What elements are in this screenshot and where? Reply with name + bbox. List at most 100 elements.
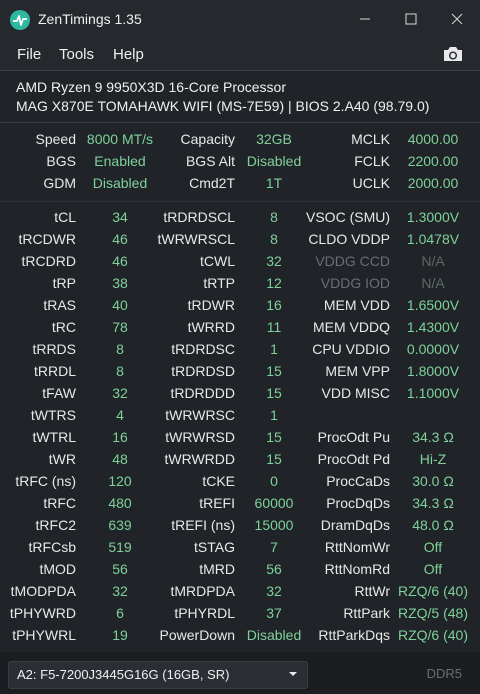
- label-trfcsb: tRFCsb: [28, 539, 76, 555]
- value-procodt-pd: Hi-Z: [419, 451, 447, 467]
- value-cpu-vddio: 0.0000V: [406, 341, 460, 357]
- label-trefi-ns: tREFI (ns): [171, 517, 235, 533]
- label-tfaw: tFAW: [42, 385, 76, 401]
- value-rttnomrd: Off: [423, 561, 443, 577]
- label-twrrd: tWRRD: [187, 319, 235, 335]
- label-dramdqds: DramDqDs: [320, 517, 390, 533]
- divider: [0, 122, 480, 123]
- label-vddg-iod: VDDG IOD: [320, 275, 390, 291]
- label-tphyrdl: tPHYRDL: [174, 605, 235, 621]
- divider: [0, 70, 480, 71]
- window-title: ZenTimings 1.35: [38, 11, 142, 27]
- label-tcl: tCL: [54, 209, 76, 225]
- menu-tools[interactable]: Tools: [59, 46, 94, 63]
- value-mem-vpp: 1.8000V: [406, 363, 460, 379]
- label-tcke: tCKE: [202, 473, 235, 489]
- label-tphywrd: tPHYWRD: [9, 605, 76, 621]
- value-proccads: 30.0 Ω: [412, 473, 454, 489]
- label-trdrdsd: tRDRDSD: [171, 363, 235, 379]
- value-mclk: 4000.00: [407, 131, 459, 147]
- label-trc: tRC: [51, 319, 76, 335]
- label-twtrs: tWTRS: [30, 407, 76, 423]
- label-rttnomrd: RttNomRd: [324, 561, 390, 577]
- value-fclk: 2200.00: [407, 153, 459, 169]
- label-trrdl: tRRDL: [33, 363, 76, 379]
- label-twrwrsd: tWRWRSD: [165, 429, 235, 445]
- label-tmodpda: tMODPDA: [10, 583, 76, 599]
- memory-module-value: A2: F5-7200J3445G16G (16GB, SR): [17, 667, 230, 682]
- label-capacity: Capacity: [180, 131, 235, 147]
- label-trfc: tRFC: [43, 495, 76, 511]
- label-tmrd: tMRD: [199, 561, 235, 577]
- label-vdd-misc: VDD MISC: [321, 385, 390, 401]
- value-mem-vddq: 1.4300V: [406, 319, 460, 335]
- label-bgs: BGS: [46, 153, 76, 169]
- camera-icon: [444, 47, 462, 61]
- value-twrwrsc: 1: [270, 407, 278, 423]
- close-button[interactable]: [434, 0, 480, 38]
- label-twrwrdd: tWRWRDD: [164, 451, 235, 467]
- label-trcdrd: tRCDRD: [21, 253, 76, 269]
- label-bgs-alt: BGS Alt: [185, 153, 235, 169]
- memory-type-label: DDR5: [426, 666, 462, 681]
- label-twrwrscl: tWRWRSCL: [157, 231, 235, 247]
- label-trdrdsc: tRDRDSC: [171, 341, 235, 357]
- maximize-icon: [405, 13, 417, 25]
- label-tcwl: tCWL: [200, 253, 235, 269]
- label-gdm: GDM: [43, 175, 76, 191]
- chevron-down-icon: [289, 672, 297, 676]
- value-rttnomwr: Off: [423, 539, 443, 555]
- label-tmod: tMOD: [39, 561, 76, 577]
- label-rttwr: RttWr: [354, 583, 390, 599]
- label-vsoc-smu: VSOC (SMU): [306, 209, 390, 225]
- menu-bar: File Tools Help: [0, 38, 480, 70]
- label-procdqds: ProcDqDs: [326, 495, 390, 511]
- label-twrwrsc: tWRWRSC: [165, 407, 235, 423]
- cpu-name: AMD Ryzen 9 9950X3D 16-Core Processor: [16, 79, 287, 95]
- label-cmd2t: Cmd2T: [189, 175, 235, 191]
- value-procdqds: 34.3 Ω: [412, 495, 454, 511]
- footer-bar: A2: F5-7200J3445G16G (16GB, SR) DDR5: [0, 652, 480, 694]
- divider: [0, 201, 480, 202]
- label-mem-vddq: MEM VDDQ: [313, 319, 390, 335]
- minimize-button[interactable]: [342, 0, 388, 38]
- value-rttparkdqs: RZQ/6 (40): [397, 627, 468, 643]
- label-trrds: tRRDS: [32, 341, 76, 357]
- value-dramdqds: 48.0 Ω: [412, 517, 454, 533]
- label-trfc2: tRFC2: [35, 517, 76, 533]
- label-fclk: FCLK: [354, 153, 390, 169]
- value-cldo-vddp: 1.0478V: [406, 231, 460, 247]
- value-vddg-iod: N/A: [421, 275, 445, 291]
- menu-help[interactable]: Help: [113, 46, 144, 63]
- memory-module-select[interactable]: A2: F5-7200J3445G16G (16GB, SR): [8, 661, 308, 689]
- value-procodt-pu: 34.3 Ω: [412, 429, 454, 445]
- label-trcdwr: tRCDWR: [18, 231, 76, 247]
- title-bar: ZenTimings 1.35: [0, 0, 480, 38]
- label-rttpark: RttPark: [343, 605, 390, 621]
- label-vddg-ccd: VDDG CCD: [315, 253, 390, 269]
- menu-file[interactable]: File: [17, 46, 41, 63]
- screenshot-button[interactable]: [442, 44, 464, 67]
- value-vddg-ccd: N/A: [421, 253, 445, 269]
- label-cldo-vddp: CLDO VDDP: [308, 231, 390, 247]
- label-trdrddd: tRDRDDD: [170, 385, 235, 401]
- value-rttwr: RZQ/6 (40): [397, 583, 468, 599]
- label-proccads: ProcCaDs: [326, 473, 390, 489]
- label-trp: tRP: [52, 275, 76, 291]
- maximize-button[interactable]: [388, 0, 434, 38]
- label-trfc-ns: tRFC (ns): [15, 473, 76, 489]
- label-tstag: tSTAG: [194, 539, 235, 555]
- label-mem-vdd: MEM VDD: [323, 297, 390, 313]
- label-mclk: MCLK: [351, 131, 390, 147]
- label-twr: tWR: [48, 451, 76, 467]
- label-trdwr: tRDWR: [187, 297, 235, 313]
- value-rttpark: RZQ/5 (48): [397, 605, 468, 621]
- zentimings-app-icon: [10, 10, 30, 30]
- close-icon: [451, 13, 463, 25]
- label-tphywrl: tPHYWRL: [12, 627, 76, 643]
- label-speed: Speed: [35, 131, 76, 147]
- board-bios-info: MAG X870E TOMAHAWK WIFI (MS-7E59) | BIOS…: [16, 98, 430, 114]
- label-procodt-pu: ProcOdt Pu: [317, 429, 390, 445]
- label-powerdown: PowerDown: [159, 627, 235, 643]
- value-vsoc-smu: 1.3000V: [406, 209, 460, 225]
